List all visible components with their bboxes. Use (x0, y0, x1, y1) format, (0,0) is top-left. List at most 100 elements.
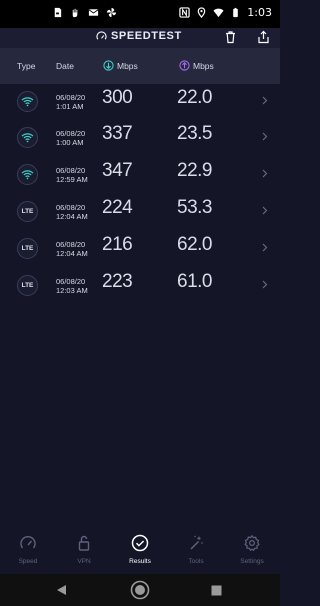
result-datetime: 06/08/20 1:00 AM (56, 129, 85, 147)
clock: 1:03 (247, 6, 272, 19)
connection-badge: LTE (17, 201, 38, 222)
upload-speed: 22.0 (177, 87, 212, 108)
upload-speed: 62.0 (177, 234, 212, 255)
result-row[interactable]: LTE 06/08/20 12:04 AM 224 53.3 (0, 192, 280, 232)
connection-badge (17, 127, 38, 148)
share-icon[interactable] (257, 30, 270, 44)
result-datetime: 06/08/20 12:59 AM (56, 166, 88, 184)
upload-speed: 23.5 (177, 123, 212, 144)
download-speed: 300 (102, 87, 133, 108)
tab-settings-label: Settings (240, 558, 264, 565)
result-datetime: 06/08/20 12:04 AM (56, 240, 88, 258)
wifi-icon (21, 170, 34, 180)
lock-icon (78, 535, 90, 551)
result-date: 06/08/20 (56, 240, 86, 249)
results-check-icon (131, 534, 149, 552)
result-datetime: 06/08/20 12:03 AM (56, 277, 88, 295)
connection-badge: LTE (17, 238, 38, 259)
status-bar: 1:03 (0, 0, 280, 28)
tab-vpn[interactable]: VPN (56, 534, 112, 565)
mail-icon (88, 9, 99, 16)
result-time: 12:59 AM (56, 175, 88, 184)
download-speed: 337 (102, 123, 133, 144)
result-time: 12:03 AM (56, 286, 88, 295)
result-datetime: 06/08/20 12:04 AM (56, 203, 88, 221)
hand-icon (72, 8, 78, 18)
lte-icon: LTE (21, 245, 34, 252)
wifi-signal-icon (213, 8, 224, 18)
column-download[interactable]: Mbps (117, 61, 138, 71)
download-speed: 224 (102, 197, 133, 218)
result-time: 1:01 AM (56, 102, 84, 111)
tab-results[interactable]: Results (112, 534, 168, 565)
result-time: 12:04 AM (56, 212, 88, 221)
chevron-right-icon (262, 206, 268, 215)
speed-icon (20, 536, 36, 549)
result-row[interactable]: LTE 06/08/20 12:03 AM 223 61.0 (0, 266, 280, 306)
result-time: 12:04 AM (56, 249, 88, 258)
download-speed: 347 (102, 160, 133, 181)
result-row[interactable]: 06/08/20 1:00 AM 337 23.5 (0, 118, 280, 158)
location-icon (197, 7, 206, 18)
result-date: 06/08/20 (56, 166, 86, 175)
result-date: 06/08/20 (56, 129, 86, 138)
tab-settings[interactable]: Settings (224, 534, 280, 565)
system-status: 1:03 (179, 6, 272, 19)
recents-icon[interactable] (211, 585, 222, 596)
column-upload[interactable]: Mbps (193, 61, 214, 71)
upload-speed: 22.9 (177, 160, 212, 181)
app-actions (224, 30, 270, 44)
sd-card-icon (54, 7, 62, 18)
lte-icon: LTE (21, 208, 34, 215)
column-date[interactable]: Date (56, 61, 74, 71)
upload-speed: 53.3 (177, 197, 212, 218)
result-date: 06/08/20 (56, 277, 86, 286)
result-time: 1:00 AM (56, 138, 84, 147)
tab-speed-label: Speed (18, 558, 38, 565)
app-bar: SPEEDTEST (0, 28, 280, 48)
chevron-right-icon (262, 96, 268, 105)
connection-badge (17, 91, 38, 112)
system-nav-bar (0, 574, 280, 606)
connection-badge (17, 164, 38, 185)
wifi-icon (21, 97, 34, 107)
download-arrow-icon (103, 60, 114, 71)
chevron-right-icon (262, 132, 268, 141)
result-row[interactable]: 06/08/20 12:59 AM 347 22.9 (0, 155, 280, 195)
delete-icon[interactable] (224, 30, 237, 44)
column-type[interactable]: Type (17, 61, 35, 71)
results-table-header: Type Date Mbps Mbps (0, 48, 280, 84)
result-row[interactable]: 06/08/20 1:01 AM 300 22.0 (0, 82, 280, 122)
chevron-right-icon (262, 169, 268, 178)
tab-speed[interactable]: Speed (0, 534, 56, 565)
wifi-icon (21, 133, 34, 143)
nfc-icon (179, 7, 190, 18)
home-icon[interactable] (130, 580, 150, 600)
notification-icons (52, 7, 117, 18)
tab-results-label: Results (129, 558, 151, 565)
battery-icon (233, 7, 239, 18)
result-date: 06/08/20 (56, 203, 86, 212)
chevron-right-icon (262, 280, 268, 289)
gear-icon (244, 534, 260, 552)
download-speed: 223 (102, 271, 133, 292)
result-date: 06/08/20 (56, 93, 86, 102)
bottom-nav: Speed VPN Results Tools Settings (0, 528, 280, 574)
pinwheel-icon (106, 7, 117, 18)
connection-badge: LTE (17, 275, 38, 296)
tab-tools-label: Tools (188, 558, 204, 565)
tab-tools[interactable]: Tools (168, 534, 224, 565)
magic-wand-icon (190, 535, 203, 550)
chevron-right-icon (262, 243, 268, 252)
back-icon[interactable] (56, 584, 67, 596)
upload-speed: 61.0 (177, 271, 212, 292)
page-title: SPEEDTEST (111, 30, 182, 42)
app-title-group: SPEEDTEST (96, 30, 182, 42)
result-row[interactable]: LTE 06/08/20 12:04 AM 216 62.0 (0, 229, 280, 269)
upload-arrow-icon (179, 60, 190, 71)
download-speed: 216 (102, 234, 133, 255)
speedometer-icon (96, 30, 107, 40)
lte-icon: LTE (21, 282, 34, 289)
result-datetime: 06/08/20 1:01 AM (56, 93, 85, 111)
tab-vpn-label: VPN (77, 558, 91, 565)
